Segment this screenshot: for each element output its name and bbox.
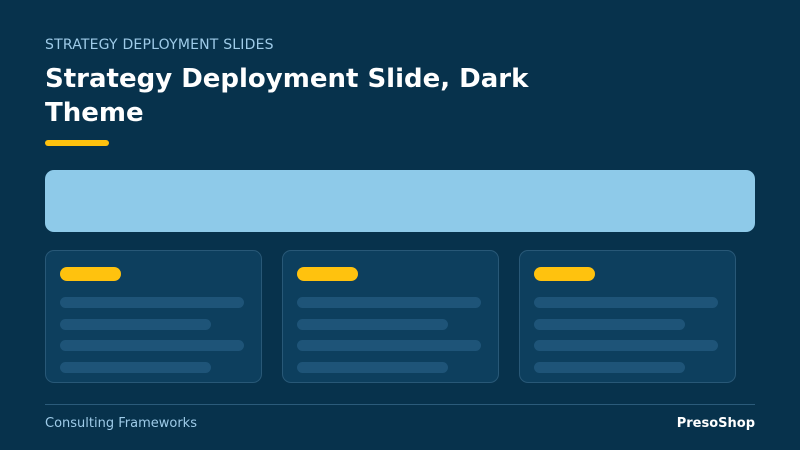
content-card: [519, 250, 736, 383]
text-line-placeholder: [534, 340, 718, 351]
text-line-placeholder: [297, 319, 448, 330]
text-line-placeholder: [60, 340, 244, 351]
hero-placeholder-band: [45, 170, 755, 232]
text-line-placeholder: [60, 319, 211, 330]
slide-title: Strategy Deployment Slide, Dark Theme: [45, 64, 529, 128]
footer-brand: PresoShop: [676, 416, 755, 431]
slide-eyebrow: STRATEGY DEPLOYMENT SLIDES: [45, 37, 274, 53]
footer-left-text: Consulting Frameworks: [45, 416, 197, 431]
text-line-placeholder: [297, 362, 448, 373]
text-line-placeholder: [297, 297, 481, 308]
text-line-placeholder: [534, 297, 718, 308]
card-tag-placeholder: [60, 267, 121, 281]
text-line-placeholder: [297, 340, 481, 351]
text-line-placeholder: [534, 362, 685, 373]
slide: STRATEGY DEPLOYMENT SLIDES Strategy Depl…: [0, 0, 800, 450]
text-line-placeholder: [60, 297, 244, 308]
card-tag-placeholder: [534, 267, 595, 281]
footer-divider: [45, 404, 755, 405]
content-card: [45, 250, 262, 383]
text-line-placeholder: [60, 362, 211, 373]
text-line-placeholder: [534, 319, 685, 330]
title-accent-bar: [45, 140, 109, 146]
card-tag-placeholder: [297, 267, 358, 281]
content-card: [282, 250, 499, 383]
